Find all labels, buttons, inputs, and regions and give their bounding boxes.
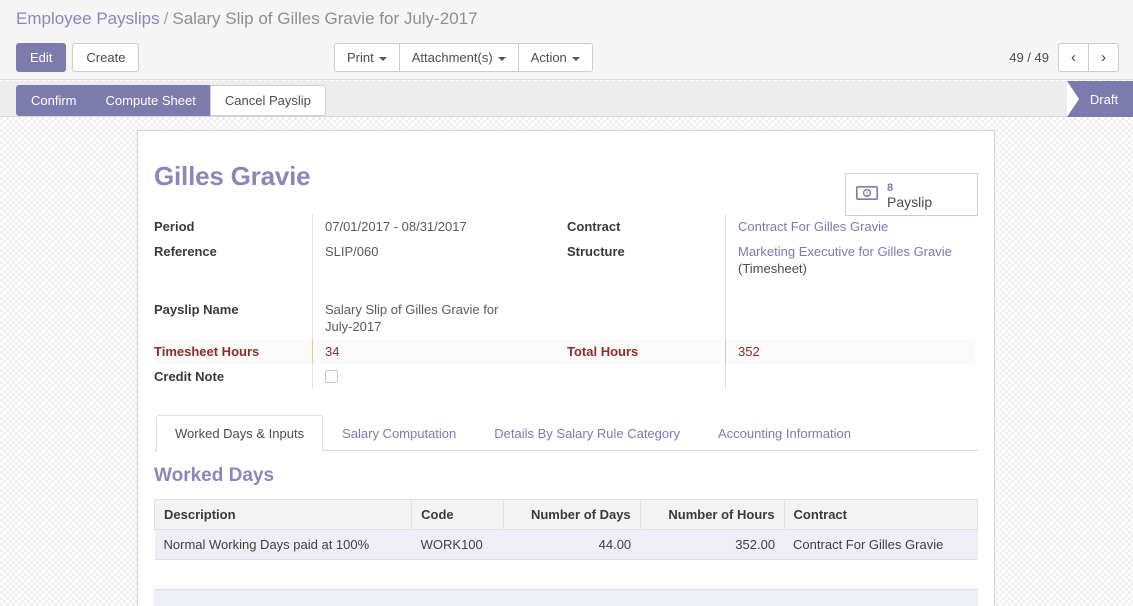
worked-days-table-head: Description Code Number of Days Number o… <box>153 499 979 530</box>
grid-spacer-left-label <box>154 281 312 297</box>
print-dropdown-button[interactable]: Print <box>334 43 400 72</box>
table-header-row: Description Code Number of Days Number o… <box>153 499 979 530</box>
print-label: Print <box>347 50 374 65</box>
edit-button[interactable]: Edit <box>16 43 67 72</box>
timesheet-hours-label: Timesheet Hours <box>154 339 312 364</box>
compute-sheet-button[interactable]: Compute Sheet <box>90 85 211 116</box>
grid-spacer-right-value <box>725 281 975 297</box>
tab-salary-computation[interactable]: Salary Computation <box>323 415 475 451</box>
notebook: Worked Days & Inputs Salary Computation … <box>153 415 979 606</box>
chevron-down-icon <box>571 56 580 61</box>
tab-worked-days-and-inputs[interactable]: Worked Days & Inputs <box>156 415 324 451</box>
total-hours-label: Total Hours <box>567 339 725 364</box>
attachments-label: Attachment(s) <box>411 50 493 65</box>
action-label: Action <box>530 50 567 65</box>
column-header-code[interactable]: Code <box>411 499 505 530</box>
credit-note-value <box>312 364 567 389</box>
edit-create-button-group: Edit Create <box>16 43 140 72</box>
cancel-payslip-button[interactable]: Cancel Payslip <box>209 85 326 116</box>
cell-number-of-hours: 352.00 <box>640 529 785 560</box>
print-attachments-action-group: Print Attachment(s) Action <box>334 43 593 72</box>
grid-blank-label-2 <box>567 364 725 389</box>
reference-label: Reference <box>154 244 217 259</box>
breadcrumb-root-link[interactable]: Employee Payslips <box>16 9 160 28</box>
status-badge-draft[interactable]: Draft <box>1067 81 1133 117</box>
cell-contract: Contract For Gilles Gravie <box>784 529 978 560</box>
credit-note-checkbox[interactable] <box>325 370 338 383</box>
chevron-down-icon <box>378 56 387 61</box>
contract-label: Contract <box>567 219 621 234</box>
form-sheet: 1 8 Payslip Gilles Gravie Period 07/01/2… <box>137 130 995 606</box>
chevron-down-icon <box>497 56 506 61</box>
action-dropdown-button[interactable]: Action <box>517 43 593 72</box>
grid-spacer-right-label <box>567 281 725 297</box>
period-label: Period <box>154 219 195 234</box>
column-header-number-of-days[interactable]: Number of Days <box>503 499 641 530</box>
structure-label: Structure <box>567 244 625 259</box>
odoo-payslip-form-page: Employee Payslips / Salary Slip of Gilles … <box>0 0 1133 606</box>
money-bill-icon: 1 <box>856 186 878 203</box>
table-footer-band <box>154 589 978 606</box>
tab-accounting-information[interactable]: Accounting Information <box>699 415 870 451</box>
status-bar: Confirm Compute Sheet Cancel Payslip Dra… <box>0 81 1133 117</box>
column-header-description[interactable]: Description <box>153 499 413 530</box>
breadcrumb: Employee Payslips / Salary Slip of Gilles … <box>16 9 478 29</box>
breadcrumb-current: Salary Slip of Gilles Gravie for July-20… <box>172 9 478 28</box>
pager-counter: 49 / 49 <box>1009 50 1049 65</box>
column-header-contract[interactable]: Contract <box>784 499 979 530</box>
payslip-form-grid: Period 07/01/2017 - 08/31/2017 Contract … <box>154 214 978 389</box>
svg-text:1: 1 <box>865 192 868 198</box>
tab-details-by-salary-rule-category[interactable]: Details By Salary Rule Category <box>475 415 699 451</box>
attachments-dropdown-button[interactable]: Attachment(s) <box>398 43 519 72</box>
timesheet-hours-value: 34 <box>312 339 567 364</box>
workflow-button-group: Confirm Compute Sheet Cancel Payslip <box>16 85 326 116</box>
worked-days-table: Description Code Number of Days Number o… <box>153 499 979 560</box>
chevron-left-icon: ‹ <box>1071 49 1076 66</box>
chevron-right-icon: › <box>1101 49 1106 66</box>
cell-code: WORK100 <box>411 529 504 560</box>
structure-suffix: (Timesheet) <box>738 261 807 276</box>
breadcrumb-separator: / <box>163 9 169 28</box>
cell-description: Normal Working Days paid at 100% <box>154 529 412 560</box>
credit-note-label: Credit Note <box>154 369 225 384</box>
structure-value[interactable]: Marketing Executive for Gilles Gravie (Ti… <box>725 239 975 281</box>
payslip-stat-button[interactable]: 1 8 Payslip <box>845 173 978 217</box>
grid-blank-label <box>567 297 725 339</box>
grid-spacer-left-value <box>312 281 567 297</box>
period-value: 07/01/2017 - 08/31/2017 <box>312 214 567 239</box>
total-hours-value: 352 <box>725 339 975 364</box>
grid-blank-value-2 <box>725 364 975 389</box>
payslip-name-value: Salary Slip of Gilles Gravie for July-20… <box>312 297 512 339</box>
create-button[interactable]: Create <box>72 43 140 72</box>
column-header-number-of-hours[interactable]: Number of Hours <box>640 499 785 530</box>
worked-days-table-body: Normal Working Days paid at 100% WORK100… <box>154 529 978 560</box>
notebook-tabs: Worked Days & Inputs Salary Computation … <box>154 415 978 451</box>
confirm-button[interactable]: Confirm <box>16 85 92 116</box>
grid-blank-value <box>725 297 975 339</box>
structure-link-text[interactable]: Marketing Executive for Gilles Gravie <box>738 244 952 259</box>
pager-previous-button[interactable]: ‹ <box>1058 43 1089 72</box>
payslip-name-label: Payslip Name <box>154 302 239 317</box>
payslip-stat-label: Payslip <box>887 193 933 210</box>
contract-value-link[interactable]: Contract For Gilles Gravie <box>725 214 975 239</box>
control-panel: Employee Payslips / Salary Slip of Gilles … <box>0 0 1133 80</box>
reference-value: SLIP/060 <box>312 239 567 281</box>
payslip-stat-value: 8 <box>887 182 894 194</box>
statusbar-states: Draft <box>1067 81 1133 117</box>
table-row[interactable]: Normal Working Days paid at 100% WORK100… <box>154 529 978 560</box>
pager-next-button[interactable]: › <box>1088 43 1119 72</box>
record-pager: 49 / 49 ‹ › <box>1009 43 1119 72</box>
cell-number-of-days: 44.00 <box>503 529 641 560</box>
worked-days-heading: Worked Days <box>154 465 275 486</box>
